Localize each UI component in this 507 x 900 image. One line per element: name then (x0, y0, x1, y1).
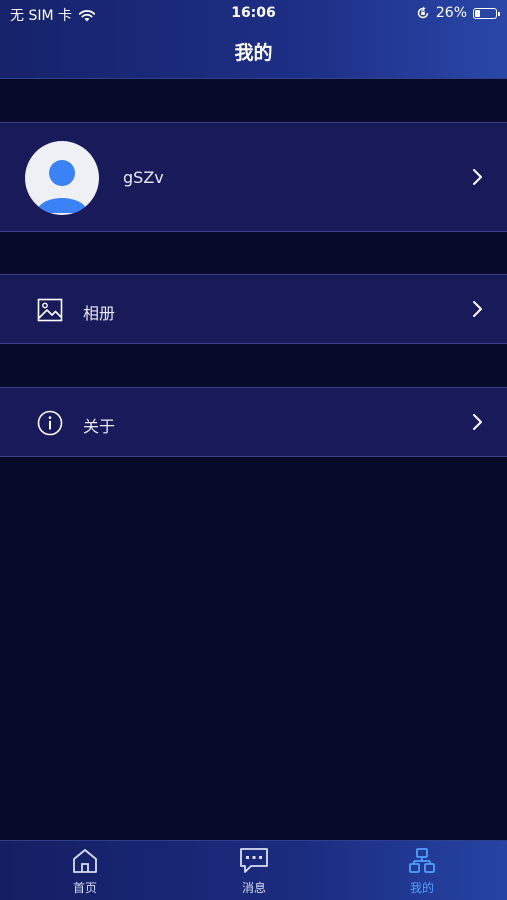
tab-home-label: 首页 (72, 881, 97, 895)
battery-level (475, 9, 480, 17)
status-right: 26% (416, 5, 500, 21)
image-icon (37, 298, 63, 322)
tab-mine[interactable]: 我的 (372, 847, 472, 896)
battery-percent: 26% (435, 5, 467, 21)
user-org-icon (409, 848, 435, 873)
chevron-right-icon (473, 301, 482, 317)
menu-item-about[interactable]: 关于 (0, 387, 507, 457)
message-icon (240, 848, 268, 873)
tab-mine-label: 我的 (409, 881, 434, 895)
profile-row[interactable]: gSZv (0, 122, 507, 232)
orientation-lock-icon (417, 6, 429, 19)
menu-item-album-label: 相册 (83, 304, 116, 323)
info-icon (37, 410, 63, 436)
page-title: 我的 (234, 42, 273, 64)
tab-bar: 首页 消息 我的 (0, 840, 507, 900)
tab-messages-label: 消息 (241, 881, 266, 895)
home-icon (73, 849, 97, 873)
avatar (25, 141, 99, 215)
status-bar: 无 SIM 卡 16:06 26% (0, 0, 507, 28)
tab-home[interactable]: 首页 (35, 847, 135, 896)
tab-messages[interactable]: 消息 (204, 847, 304, 896)
person-icon (36, 160, 88, 213)
battery-icon (473, 7, 500, 19)
top-bar: 无 SIM 卡 16:06 26% 我的 (0, 0, 507, 79)
menu-item-about-label: 关于 (83, 417, 116, 436)
chevron-right-icon (473, 169, 482, 185)
username: gSZv (123, 168, 164, 187)
chevron-right-icon (473, 414, 482, 430)
menu-item-album[interactable]: 相册 (0, 274, 507, 344)
